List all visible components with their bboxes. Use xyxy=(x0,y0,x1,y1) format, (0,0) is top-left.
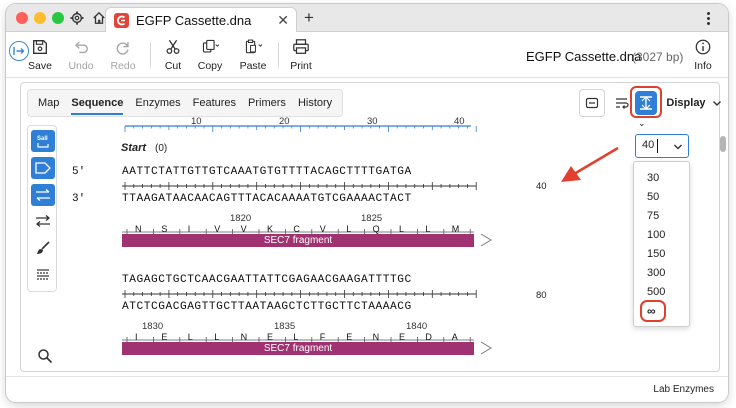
amino-acid: E xyxy=(267,332,274,342)
amino-acid: K xyxy=(267,224,274,234)
amino-acid: N xyxy=(240,332,248,342)
line-length-select[interactable]: 40 xyxy=(635,134,689,158)
annotation-arrow xyxy=(561,146,619,182)
amino-acid: E xyxy=(346,332,353,342)
ruler-tick-label: 20 xyxy=(279,116,290,127)
line-length-dropdown: 30 50 75 100 150 300 500 ∞ xyxy=(633,161,690,327)
amino-acid: E xyxy=(161,332,168,342)
amino-acid: I xyxy=(187,224,191,234)
feature-sec7-fragment[interactable]: SEC7 fragment xyxy=(122,234,474,247)
amino-acid: V xyxy=(214,224,221,234)
amino-acid: V xyxy=(240,224,247,234)
amino-acid: L xyxy=(214,332,220,342)
ruler-tick-label: 10 xyxy=(191,116,202,127)
amino-acid: L xyxy=(293,332,299,342)
amino-acid: V xyxy=(319,224,326,234)
base-coordinate: 1835 xyxy=(274,321,296,332)
highlight-infinite-option xyxy=(640,300,666,322)
line-length-option[interactable]: 100 xyxy=(647,229,665,241)
base-coordinate: 1830 xyxy=(142,321,164,332)
enzyme-set-label[interactable]: Lab Enzymes xyxy=(653,384,714,395)
line-end-number: 40 xyxy=(536,181,547,192)
line-end-number: 80 xyxy=(536,290,547,301)
amino-acid: D xyxy=(425,332,432,342)
line-length-option[interactable]: 30 xyxy=(647,172,659,184)
amino-acid: N xyxy=(372,332,380,342)
amino-acid: F xyxy=(319,332,326,342)
amino-acid: L xyxy=(399,224,405,234)
vertical-scrollbar[interactable] xyxy=(720,136,726,152)
amino-acid: S xyxy=(161,224,168,234)
amino-acid: I xyxy=(135,332,138,342)
feature-arrowhead xyxy=(480,233,492,247)
start-value: (0) xyxy=(155,143,168,154)
top-strand[interactable]: AATTCTATTGTTGTCAAATGTGTTTTACAGCTTTTGATGA xyxy=(122,166,412,178)
line-length-value: 40 xyxy=(642,139,655,151)
ruler-tick-label: 40 xyxy=(454,116,465,127)
line-length-option[interactable]: 150 xyxy=(647,248,665,260)
amino-acid: M xyxy=(451,224,460,234)
bottom-strand[interactable]: TTAAGATAACAACAGTTTACACAAAATGTCGAAAACTACT xyxy=(122,193,412,205)
top-strand[interactable]: TAGAGCTGCTCAACGAATTATTCGAGAACGAAGATTTTGC xyxy=(122,274,412,286)
text-caret xyxy=(657,139,658,153)
line-length-option[interactable]: 50 xyxy=(647,191,659,203)
ruler xyxy=(125,125,471,127)
base-coordinate: 1820 xyxy=(230,213,252,224)
amino-acid: E xyxy=(399,332,406,342)
three-prime-label: 3' xyxy=(72,193,86,205)
start-label: Start xyxy=(121,142,147,154)
five-prime-label: 5' xyxy=(72,166,86,178)
line-length-option[interactable]: 500 xyxy=(647,286,665,298)
chevron-down-icon xyxy=(674,144,682,150)
base-coordinate: 1825 xyxy=(361,213,383,224)
amino-acid: L xyxy=(425,224,431,234)
bottom-strand[interactable]: ATCTCGACGAGTTGCTTAATAAGCTCTTGCTTCTAAAACG xyxy=(122,301,412,313)
feature-label: SEC7 fragment xyxy=(263,235,333,246)
app-window: EGFP Cassette.dna ✕ + Save Undo Redo Cut xyxy=(6,4,728,402)
amino-acid: A xyxy=(451,332,458,342)
amino-acid: L xyxy=(346,224,352,234)
feature-label: SEC7 fragment xyxy=(263,343,333,354)
line-length-option[interactable]: 300 xyxy=(647,267,665,279)
feature-arrowhead xyxy=(480,341,492,355)
status-bar: Lab Enzymes xyxy=(6,376,728,402)
line-length-option[interactable]: 75 xyxy=(647,210,659,222)
feature-sec7-fragment[interactable]: SEC7 fragment xyxy=(122,342,474,355)
amino-acid: C xyxy=(293,224,300,234)
base-coordinate: 1840 xyxy=(406,321,428,332)
ruler-tick-label: 30 xyxy=(367,116,378,127)
amino-acid: N xyxy=(135,224,142,234)
amino-acid: L xyxy=(187,332,193,342)
amino-acid: Q xyxy=(372,224,380,234)
